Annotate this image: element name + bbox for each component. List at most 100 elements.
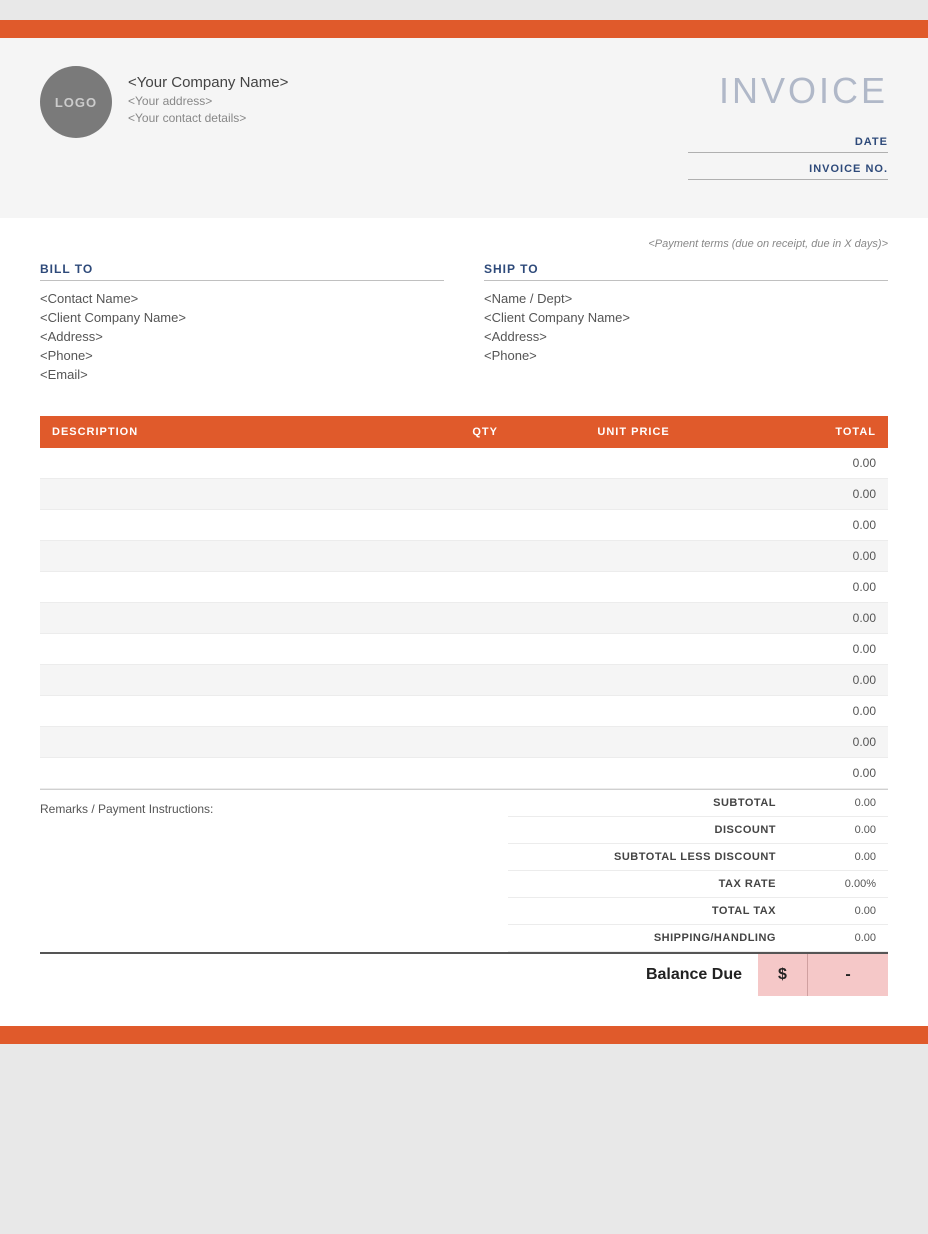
table-row: 0.00 <box>40 696 888 727</box>
table-row: 0.00 <box>40 634 888 665</box>
bill-client-company: <Client Company Name> <box>40 310 444 325</box>
shipping-row: SHIPPING/HANDLING 0.00 <box>508 925 888 952</box>
table-row: 0.00 <box>40 603 888 634</box>
row-qty[interactable] <box>422 510 549 541</box>
top-accent-bar <box>0 20 928 38</box>
row-unit-price[interactable] <box>549 696 719 727</box>
col-total: TOTAL <box>718 416 888 448</box>
row-qty[interactable] <box>422 727 549 758</box>
header-section: LOGO <Your Company Name> <Your address> … <box>0 38 928 218</box>
invoice-right: INVOICE DATE INVOICE NO. <box>688 66 888 190</box>
col-description: DESCRIPTION <box>40 416 422 448</box>
subtotal-row: SUBTOTAL 0.00 <box>508 790 888 817</box>
bill-email: <Email> <box>40 367 444 382</box>
tax-rate-row: TAX RATE 0.00% <box>508 871 888 898</box>
bottom-accent-bar <box>0 1026 928 1044</box>
row-desc[interactable] <box>40 541 422 572</box>
row-total: 0.00 <box>718 448 888 479</box>
table-header-row: DESCRIPTION QTY UNIT PRICE TOTAL <box>40 416 888 448</box>
row-total: 0.00 <box>718 727 888 758</box>
tax-rate-label: TAX RATE <box>508 871 788 898</box>
invoice-title: INVOICE <box>688 70 888 112</box>
row-total: 0.00 <box>718 696 888 727</box>
remarks-col: Remarks / Payment Instructions: <box>40 790 508 952</box>
balance-currency: $ <box>758 954 808 996</box>
row-unit-price[interactable] <box>549 448 719 479</box>
row-qty[interactable] <box>422 541 549 572</box>
table-row: 0.00 <box>40 541 888 572</box>
tax-rate-value: 0.00% <box>788 871 888 898</box>
ship-to-label: SHIP TO <box>484 262 888 281</box>
row-qty[interactable] <box>422 603 549 634</box>
total-tax-label: TOTAL TAX <box>508 898 788 925</box>
row-qty[interactable] <box>422 479 549 510</box>
row-desc[interactable] <box>40 572 422 603</box>
table-section: DESCRIPTION QTY UNIT PRICE TOTAL 0.00 0.… <box>40 416 888 789</box>
total-tax-value: 0.00 <box>788 898 888 925</box>
invoice-page: LOGO <Your Company Name> <Your address> … <box>0 20 928 1044</box>
logo-area: LOGO <Your Company Name> <Your address> … <box>40 66 288 138</box>
row-unit-price[interactable] <box>549 603 719 634</box>
row-unit-price[interactable] <box>549 727 719 758</box>
row-desc[interactable] <box>40 603 422 634</box>
ship-client-company: <Client Company Name> <box>484 310 888 325</box>
row-desc[interactable] <box>40 479 422 510</box>
row-desc[interactable] <box>40 510 422 541</box>
row-qty[interactable] <box>422 665 549 696</box>
row-unit-price[interactable] <box>549 665 719 696</box>
row-unit-price[interactable] <box>549 758 719 789</box>
invoice-table-body: 0.00 0.00 0.00 0.00 0.00 0.00 <box>40 448 888 789</box>
ship-phone: <Phone> <box>484 348 888 363</box>
row-desc[interactable] <box>40 634 422 665</box>
row-total: 0.00 <box>718 603 888 634</box>
bill-to-col: BILL TO <Contact Name> <Client Company N… <box>40 262 444 386</box>
shipping-value: 0.00 <box>788 925 888 952</box>
row-desc[interactable] <box>40 448 422 479</box>
row-qty[interactable] <box>422 634 549 665</box>
table-row: 0.00 <box>40 727 888 758</box>
date-label: DATE <box>855 136 888 148</box>
invoice-no-row: INVOICE NO. <box>688 163 888 180</box>
col-qty: QTY <box>422 416 549 448</box>
totals-col: SUBTOTAL 0.00 DISCOUNT 0.00 SUBTOTAL LES… <box>508 790 888 952</box>
row-total: 0.00 <box>718 634 888 665</box>
balance-due-label: Balance Due <box>630 954 758 996</box>
row-qty[interactable] <box>422 758 549 789</box>
row-qty[interactable] <box>422 696 549 727</box>
table-row: 0.00 <box>40 758 888 789</box>
subtotal-less-discount-value: 0.00 <box>788 844 888 871</box>
row-unit-price[interactable] <box>549 634 719 665</box>
row-qty[interactable] <box>422 572 549 603</box>
row-total: 0.00 <box>718 510 888 541</box>
row-desc[interactable] <box>40 758 422 789</box>
table-row: 0.00 <box>40 665 888 696</box>
table-row: 0.00 <box>40 448 888 479</box>
bill-ship-row: BILL TO <Contact Name> <Client Company N… <box>40 262 888 386</box>
row-desc[interactable] <box>40 665 422 696</box>
discount-label: DISCOUNT <box>508 817 788 844</box>
company-info: <Your Company Name> <Your address> <Your… <box>128 66 288 125</box>
row-total: 0.00 <box>718 758 888 789</box>
company-contact: <Your contact details> <box>128 111 288 125</box>
row-desc[interactable] <box>40 696 422 727</box>
row-unit-price[interactable] <box>549 572 719 603</box>
row-total: 0.00 <box>718 665 888 696</box>
row-unit-price[interactable] <box>549 479 719 510</box>
row-unit-price[interactable] <box>549 510 719 541</box>
row-unit-price[interactable] <box>549 541 719 572</box>
row-desc[interactable] <box>40 727 422 758</box>
subtotal-less-discount-label: SUBTOTAL LESS DISCOUNT <box>508 844 788 871</box>
company-address: <Your address> <box>128 94 288 108</box>
table-row: 0.00 <box>40 510 888 541</box>
balance-due-row: Balance Due $ - <box>40 952 888 996</box>
ship-address: <Address> <box>484 329 888 344</box>
logo-text: LOGO <box>55 95 97 110</box>
row-total: 0.00 <box>718 541 888 572</box>
row-qty[interactable] <box>422 448 549 479</box>
table-row: 0.00 <box>40 572 888 603</box>
logo-circle: LOGO <box>40 66 112 138</box>
bill-contact-name: <Contact Name> <box>40 291 444 306</box>
row-total: 0.00 <box>718 479 888 510</box>
discount-value: 0.00 <box>788 817 888 844</box>
subtotal-less-discount-row: SUBTOTAL LESS DISCOUNT 0.00 <box>508 844 888 871</box>
